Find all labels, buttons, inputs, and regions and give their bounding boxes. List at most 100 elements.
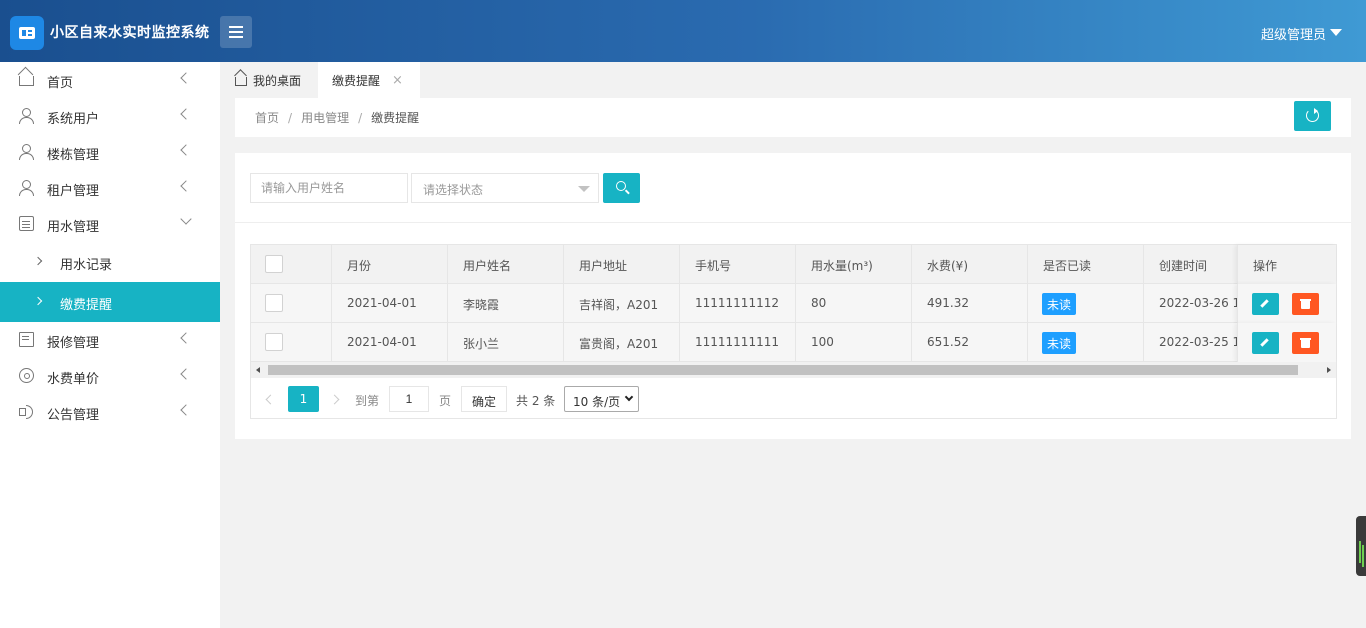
cell-usage: 100 bbox=[796, 323, 912, 362]
row-select-cell bbox=[251, 284, 332, 323]
edit-button[interactable] bbox=[1252, 293, 1279, 315]
sidebar-item-label: 系统用户 bbox=[47, 112, 100, 127]
sidebar-item-system-users[interactable]: 系统用户 bbox=[0, 98, 220, 134]
sidebar-item-label: 首页 bbox=[47, 76, 74, 91]
sidebar-item-label: 租户管理 bbox=[47, 184, 100, 199]
scroll-right-icon[interactable] bbox=[1327, 367, 1331, 373]
top-header: 小区自来水实时监控系统 超级管理员 bbox=[0, 0, 1366, 62]
sidebar-subitem-water-records[interactable]: 用水记录 bbox=[0, 242, 220, 282]
caret-down-icon[interactable] bbox=[1330, 29, 1342, 36]
tab-bar: 我的桌面 缴费提醒 × bbox=[220, 62, 1366, 98]
user-menu[interactable]: 超级管理员 bbox=[1261, 24, 1326, 43]
sidebar: 首页 系统用户 楼栋管理 租户管理 用水管理 用水记录 缴费提醒 报修管理 水费… bbox=[0, 62, 220, 628]
status-select-placeholder: 请选择状态 bbox=[423, 183, 484, 197]
chevron-left-icon bbox=[180, 144, 192, 156]
cell-address: 吉祥阁，A201 bbox=[564, 284, 680, 323]
sidebar-item-water[interactable]: 用水管理 bbox=[0, 206, 220, 242]
page-label: 页 bbox=[439, 394, 452, 408]
sidebar-item-announcements[interactable]: 公告管理 bbox=[0, 394, 220, 430]
chevron-left-icon bbox=[180, 368, 192, 380]
main-card: 请选择状态 月份 用户姓名 用户地址 手机号 用水量(m³) 水费(¥) 是否已… bbox=[235, 153, 1351, 439]
cell-month: 2021-04-01 bbox=[332, 323, 448, 362]
confirm-button[interactable]: 确定 bbox=[461, 386, 507, 412]
refresh-button[interactable] bbox=[1294, 101, 1331, 131]
sidebar-item-tenants[interactable]: 租户管理 bbox=[0, 170, 220, 206]
select-all-checkbox[interactable] bbox=[265, 255, 283, 273]
breadcrumb-current: 缴费提醒 bbox=[371, 111, 420, 125]
gear-icon bbox=[19, 368, 34, 383]
app-title: 小区自来水实时监控系统 bbox=[50, 25, 210, 41]
cell-actions bbox=[1237, 323, 1336, 362]
column-header[interactable]: 是否已读 bbox=[1028, 245, 1144, 284]
chevron-left-icon[interactable] bbox=[265, 394, 276, 405]
sidebar-subitem-label: 用水记录 bbox=[60, 258, 113, 273]
cell-name: 张小兰 bbox=[448, 323, 564, 362]
status-select[interactable]: 请选择状态 bbox=[411, 173, 599, 203]
cell-usage: 80 bbox=[796, 284, 912, 323]
breadcrumb-power-management[interactable]: 用电管理 bbox=[301, 111, 349, 125]
breadcrumb-panel: 首页 / 用电管理 / 缴费提醒 bbox=[235, 98, 1351, 137]
tab-my-desktop[interactable]: 我的桌面 bbox=[220, 62, 317, 98]
sidebar-item-water-price[interactable]: 水费单价 bbox=[0, 358, 220, 394]
tab-payment-reminder[interactable]: 缴费提醒 × bbox=[318, 62, 420, 98]
delete-button[interactable] bbox=[1292, 332, 1319, 354]
table-row: 2021-04-01 李晓霞 吉祥阁，A201 11111111112 80 4… bbox=[251, 284, 1336, 323]
search-button[interactable] bbox=[603, 173, 640, 203]
row-select-cell bbox=[251, 323, 332, 362]
chevron-left-icon bbox=[180, 332, 192, 344]
scroll-left-icon[interactable] bbox=[256, 367, 260, 373]
goto-page-input[interactable] bbox=[389, 386, 429, 412]
row-checkbox[interactable] bbox=[265, 294, 283, 312]
app-logo-icon bbox=[10, 16, 44, 50]
header-select-cell bbox=[251, 245, 332, 284]
menu-toggle-button[interactable] bbox=[220, 16, 252, 48]
cell-fee: 491.32 bbox=[912, 284, 1028, 323]
tab-label: 我的桌面 bbox=[253, 74, 302, 88]
chevron-left-icon bbox=[180, 404, 192, 416]
sidebar-subitem-payment-reminder[interactable]: 缴费提醒 bbox=[0, 282, 220, 322]
horizontal-scrollbar[interactable] bbox=[251, 362, 1336, 378]
sidebar-item-buildings[interactable]: 楼栋管理 bbox=[0, 134, 220, 170]
current-page-button[interactable]: 1 bbox=[288, 386, 319, 412]
cell-fee: 651.52 bbox=[912, 323, 1028, 362]
breadcrumb-home[interactable]: 首页 bbox=[255, 111, 279, 125]
column-header: 操作 bbox=[1237, 245, 1336, 284]
cell-created: 2022-03-26 1... bbox=[1159, 296, 1237, 310]
document-icon bbox=[19, 332, 34, 347]
cell-created: 2022-03-25 1... bbox=[1159, 335, 1237, 349]
column-header[interactable]: 用户姓名 bbox=[448, 245, 564, 284]
chevron-down-icon bbox=[180, 213, 192, 225]
speaker-icon bbox=[19, 404, 34, 419]
column-header[interactable]: 创建时间 bbox=[1144, 245, 1237, 284]
cell-phone: 11111111112 bbox=[680, 284, 796, 323]
column-header[interactable]: 手机号 bbox=[680, 245, 796, 284]
column-header[interactable]: 用户地址 bbox=[564, 245, 680, 284]
breadcrumb-separator: / bbox=[358, 111, 363, 125]
cell-actions bbox=[1237, 284, 1336, 323]
column-header[interactable]: 用水量(m³) bbox=[796, 245, 912, 284]
cell-read-status: 未读 bbox=[1028, 323, 1144, 362]
scrollbar-thumb[interactable] bbox=[268, 365, 1298, 375]
breadcrumb: 首页 / 用电管理 / 缴费提醒 bbox=[255, 109, 419, 126]
page-size-select[interactable]: 10 条/页 bbox=[564, 386, 639, 412]
row-checkbox[interactable] bbox=[265, 333, 283, 351]
table-header-row: 月份 用户姓名 用户地址 手机号 用水量(m³) 水费(¥) 是否已读 创建时间… bbox=[251, 245, 1336, 284]
chevron-right-icon[interactable] bbox=[329, 394, 340, 405]
edit-button[interactable] bbox=[1252, 332, 1279, 354]
delete-button[interactable] bbox=[1292, 293, 1319, 315]
cell-phone: 11111111111 bbox=[680, 323, 796, 362]
status-badge: 未读 bbox=[1042, 332, 1077, 354]
divider bbox=[235, 222, 1351, 223]
sidebar-item-repairs[interactable]: 报修管理 bbox=[0, 322, 220, 358]
chevron-right-icon bbox=[33, 296, 43, 306]
user-icon bbox=[19, 144, 34, 160]
sidebar-item-label: 楼栋管理 bbox=[47, 148, 100, 163]
sidebar-item-home[interactable]: 首页 bbox=[0, 62, 220, 98]
table-row: 2021-04-01 张小兰 富贵阁，A201 11111111111 100 … bbox=[251, 323, 1336, 362]
user-name-search-input[interactable] bbox=[250, 173, 408, 203]
column-header[interactable]: 月份 bbox=[332, 245, 448, 284]
status-badge: 未读 bbox=[1042, 293, 1077, 315]
close-icon[interactable]: × bbox=[392, 73, 403, 88]
side-widget-icon[interactable] bbox=[1356, 516, 1366, 576]
column-header[interactable]: 水费(¥) bbox=[912, 245, 1028, 284]
